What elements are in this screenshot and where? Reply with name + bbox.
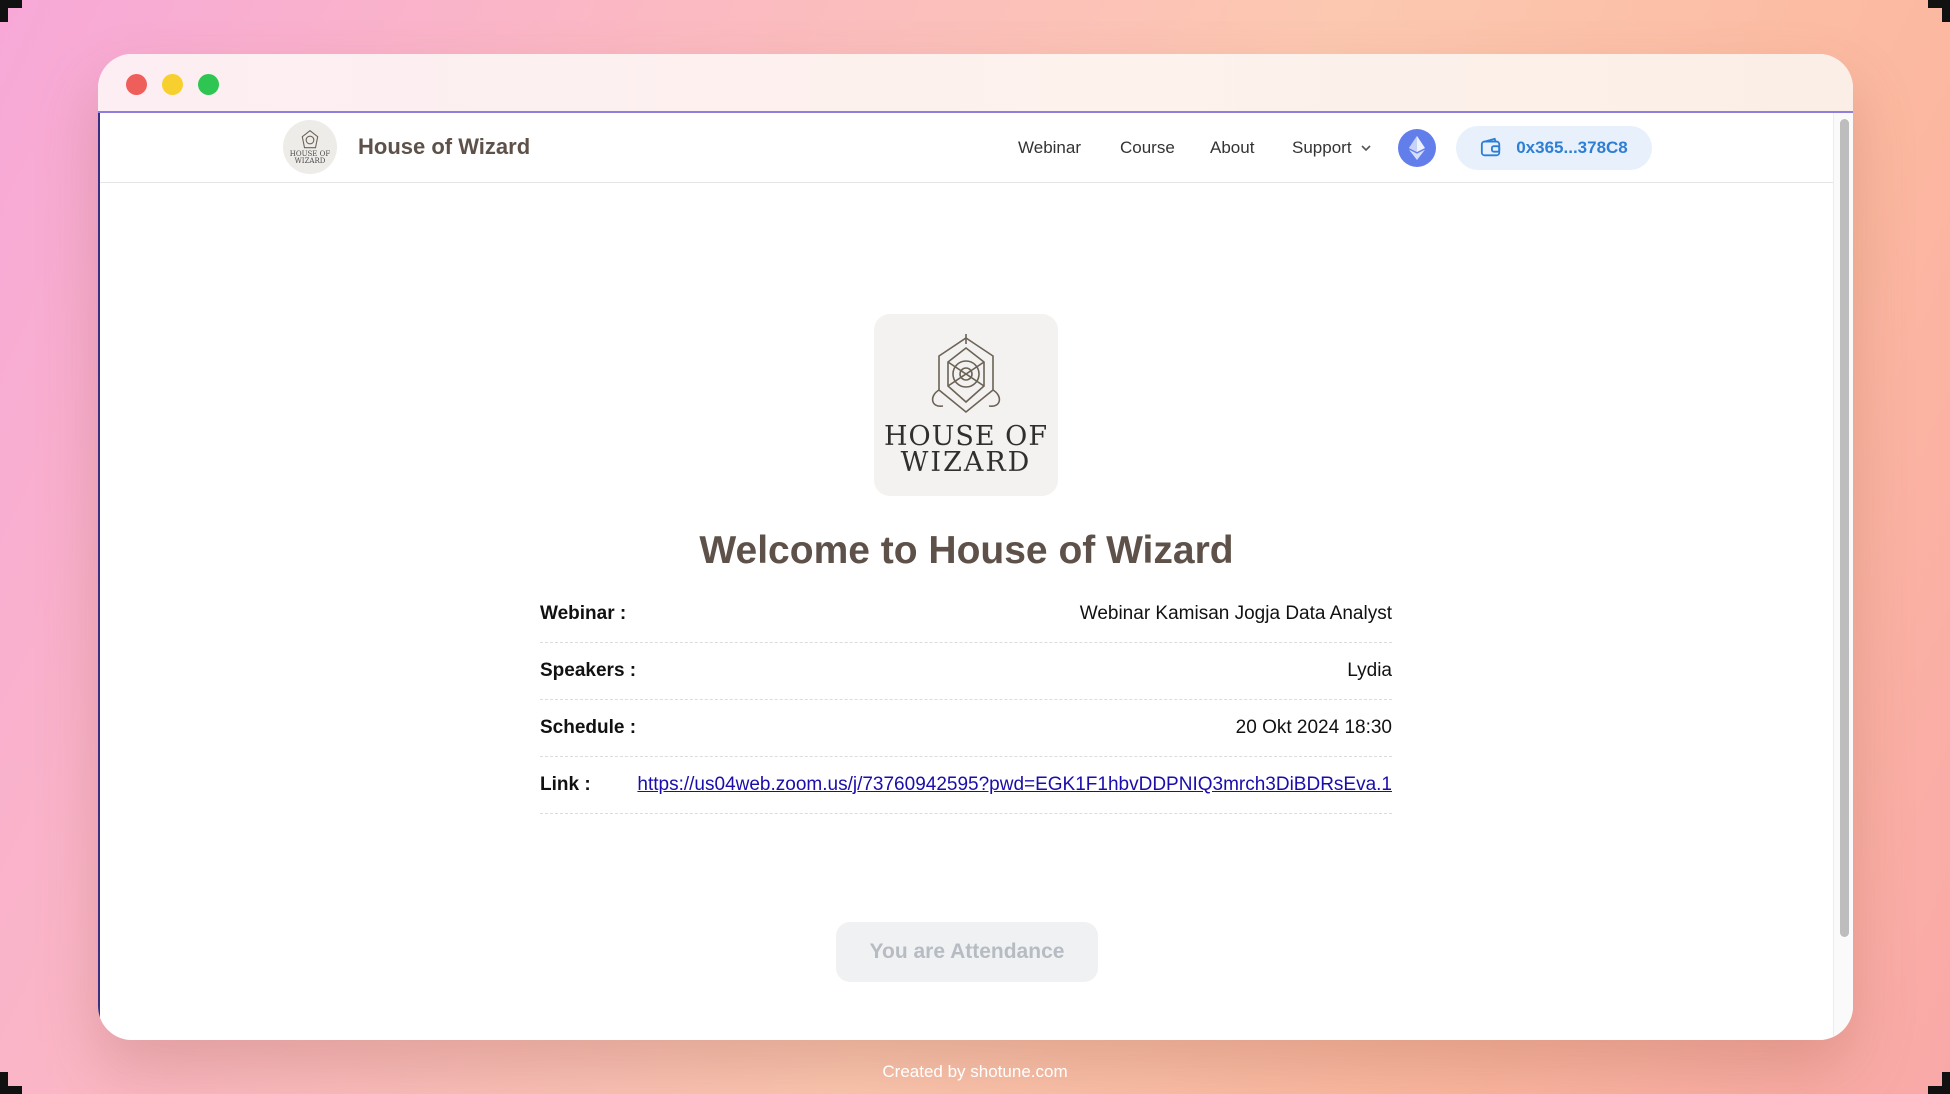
wallet-address-button[interactable]: 0x365...378C8 — [1456, 126, 1652, 170]
speakers-value: Lydia — [1347, 660, 1392, 681]
speakers-label: Speakers : — [540, 660, 637, 681]
hero-logo: HOUSE OF WIZARD — [874, 314, 1058, 496]
minimize-window-button[interactable] — [162, 74, 183, 95]
schedule-label: Schedule : — [540, 717, 637, 738]
brand-name[interactable]: House of Wizard — [358, 134, 530, 160]
house-of-wizard-emblem-icon — [301, 129, 319, 149]
main-content: HOUSE OF WIZARD Welcome to House of Wiza… — [100, 183, 1833, 1040]
detail-row-speakers: Speakers : Lydia — [540, 643, 1392, 700]
ethereum-icon — [1409, 136, 1425, 160]
browser-window: HOUSE OF WIZARD House of Wizard Webinar … — [98, 54, 1853, 1040]
chevron-down-icon — [1360, 145, 1371, 152]
link-label: Link : — [540, 774, 591, 795]
close-window-button[interactable] — [126, 74, 147, 95]
frame-corner-top-right — [1928, 0, 1950, 22]
top-navbar: HOUSE OF WIZARD House of Wizard Webinar … — [100, 113, 1853, 183]
zoom-meeting-link[interactable]: https://us04web.zoom.us/j/73760942595?pw… — [637, 774, 1392, 795]
network-switch-button[interactable] — [1398, 129, 1436, 167]
nav-link-about[interactable]: About — [1210, 138, 1254, 158]
page-title: Welcome to House of Wizard — [699, 529, 1234, 572]
frame-corner-top-left — [0, 0, 22, 22]
hero-logo-line2: WIZARD — [900, 447, 1032, 478]
brand-logo[interactable]: HOUSE OF WIZARD — [283, 120, 337, 174]
webinar-details: Webinar : Webinar Kamisan Jogja Data Ana… — [540, 586, 1392, 814]
nav-link-webinar[interactable]: Webinar — [1018, 138, 1081, 158]
scrollbar-thumb[interactable] — [1840, 119, 1849, 937]
webinar-label: Webinar : — [540, 603, 627, 624]
maximize-window-button[interactable] — [198, 74, 219, 95]
nav-link-course[interactable]: Course — [1120, 138, 1175, 158]
detail-row-webinar: Webinar : Webinar Kamisan Jogja Data Ana… — [540, 586, 1392, 643]
wallet-address: 0x365...378C8 — [1516, 138, 1628, 157]
detail-row-schedule: Schedule : 20 Okt 2024 18:30 — [540, 700, 1392, 757]
brand-logo-text: HOUSE OF WIZARD — [290, 151, 330, 165]
nav-dropdown-support[interactable]: Support — [1292, 138, 1372, 158]
footer-credit: Created by shotune.com — [882, 1062, 1068, 1081]
brand-logo-line2: WIZARD — [294, 157, 326, 165]
schedule-value: 20 Okt 2024 18:30 — [1235, 717, 1392, 738]
webinar-value: Webinar Kamisan Jogja Data Analyst — [1079, 603, 1392, 624]
nav-support-label: Support — [1292, 138, 1352, 157]
wallet-icon — [1481, 137, 1501, 157]
page-viewport: HOUSE OF WIZARD House of Wizard Webinar … — [98, 113, 1853, 1040]
house-of-wizard-emblem-icon — [931, 334, 1001, 414]
window-titlebar — [98, 54, 1853, 113]
detail-row-link: Link : https://us04web.zoom.us/j/7376094… — [540, 757, 1392, 814]
attendance-button[interactable]: You are Attendance — [836, 922, 1098, 982]
vertical-scrollbar[interactable] — [1833, 113, 1853, 1040]
